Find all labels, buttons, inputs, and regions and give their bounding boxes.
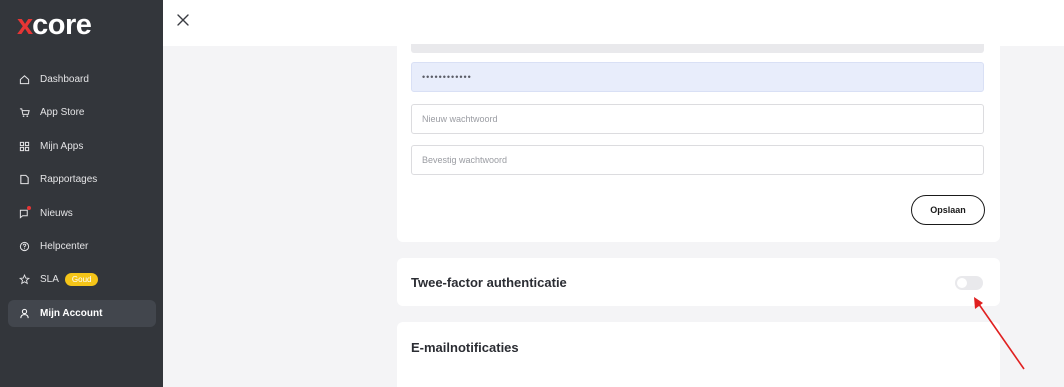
email-notifications-title: E-mailnotificaties (411, 340, 519, 355)
user-icon (18, 307, 30, 319)
new-password-input[interactable]: Nieuw wachtwoord (411, 104, 984, 134)
sidebar-item-mijn-apps[interactable]: Mijn Apps (8, 133, 156, 160)
two-factor-card: Twee-factor authenticatie (397, 258, 1000, 306)
notification-dot (27, 206, 31, 211)
two-factor-title: Twee-factor authenticatie (411, 275, 567, 290)
sidebar-item-mijn-account[interactable]: Mijn Account (8, 299, 156, 327)
sidebar-item-label: App Store (40, 107, 85, 119)
password-card: •••••••••••• Nieuw wachtwoord Bevestig w… (397, 30, 1000, 242)
email-notifications-card: E-mailnotificaties (397, 322, 1000, 387)
sidebar-item-label: Mijn Apps (40, 140, 84, 152)
sidebar-item-dashboard[interactable]: Dashboard (8, 66, 156, 93)
sidebar-item-nieuws[interactable]: Nieuws (8, 200, 156, 227)
logo-text: core (32, 9, 92, 41)
help-icon (18, 240, 30, 252)
sidebar-item-label: Mijn Account (40, 307, 103, 319)
xcore-logo[interactable]: x core (17, 9, 92, 41)
sidebar-item-label: SLA (40, 274, 59, 286)
sidebar-item-sla[interactable]: SLA Goud (8, 266, 156, 293)
sidebar-item-app-store[interactable]: App Store (8, 99, 156, 126)
logo-x: x (17, 9, 33, 41)
chat-notification-icon (18, 206, 31, 219)
cart-icon (18, 107, 30, 119)
home-icon (18, 74, 30, 86)
current-password-input[interactable]: •••••••••••• (411, 62, 984, 92)
sidebar-item-rapportages[interactable]: Rapportages (8, 166, 156, 193)
two-factor-toggle[interactable] (955, 276, 983, 290)
document-icon (18, 174, 30, 186)
confirm-password-input[interactable]: Bevestig wachtwoord (411, 145, 984, 175)
toggle-knob (957, 278, 967, 288)
sidebar-item-label: Rapportages (40, 174, 98, 186)
sidebar-item-helpcenter[interactable]: Helpcenter (8, 233, 156, 260)
sidebar-item-label: Nieuws (40, 207, 73, 219)
close-icon[interactable] (175, 12, 191, 28)
sidebar: x core Dashboard App Store Mijn Apps Rapp… (0, 0, 163, 387)
sla-badge: Goud (64, 273, 99, 287)
current-password-field-top[interactable] (411, 44, 984, 53)
star-icon (18, 274, 30, 286)
sidebar-item-label: Dashboard (40, 74, 89, 85)
sidebar-nav: Dashboard App Store Mijn Apps Rapportage… (8, 66, 156, 333)
sidebar-item-label: Helpcenter (40, 240, 89, 252)
grid-icon (18, 140, 30, 152)
save-button[interactable]: Opslaan (911, 195, 985, 225)
